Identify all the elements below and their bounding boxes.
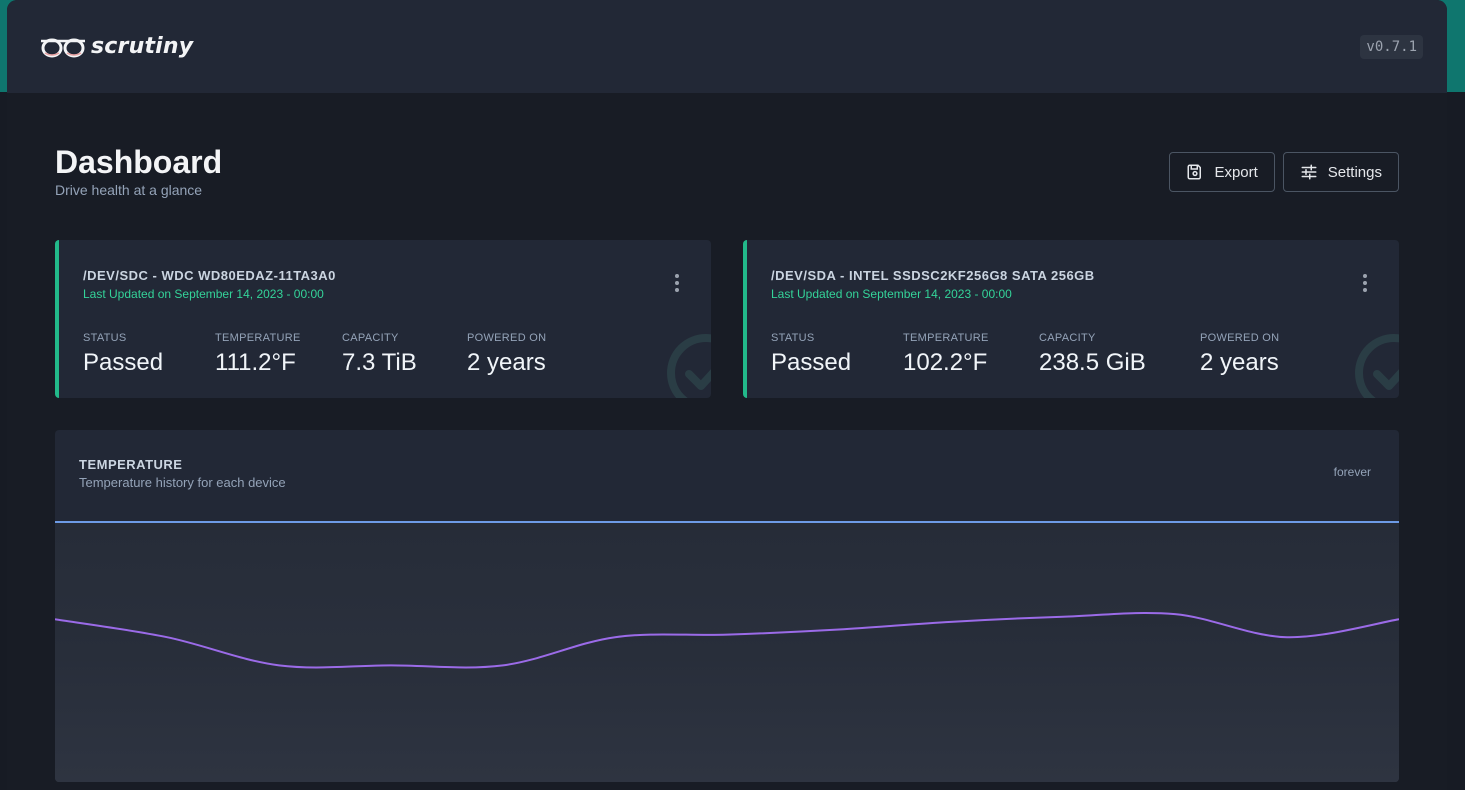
check-circle-icon xyxy=(667,334,711,398)
stat-label: CAPACITY xyxy=(1039,332,1096,344)
glasses-icon xyxy=(41,38,85,57)
stat-value: 102.2°F xyxy=(903,349,988,376)
device-card-sda[interactable]: /DEV/SDA - INTEL SSDSC2KF256G8 SATA 256G… xyxy=(743,240,1399,398)
device-card-sdc[interactable]: /DEV/SDC - WDC WD80EDAZ-11TA3A0 Last Upd… xyxy=(55,240,711,398)
chart-header: TEMPERATURE Temperature history for each… xyxy=(55,430,1399,490)
menu-dot xyxy=(675,288,679,292)
chart-range-selector[interactable]: forever xyxy=(1334,465,1371,490)
check-circle-icon xyxy=(1355,334,1399,398)
menu-dot xyxy=(1363,281,1367,285)
chart-heading: TEMPERATURE Temperature history for each… xyxy=(79,457,286,490)
temperature-chart[interactable] xyxy=(55,520,1399,782)
stat-label: STATUS xyxy=(83,332,127,344)
stat-value: 2 years xyxy=(467,349,546,376)
stat-value: 238.5 GiB xyxy=(1039,349,1146,376)
settings-label: Settings xyxy=(1327,163,1382,181)
temperature-chart-card: TEMPERATURE Temperature history for each… xyxy=(55,430,1399,782)
device-menu-button[interactable] xyxy=(669,274,685,294)
stat-value: 7.3 TiB xyxy=(342,349,417,376)
app-window: scrutiny v0.7.1 Dashboard Drive health a… xyxy=(7,0,1447,790)
stat-status: STATUS Passed xyxy=(83,332,215,377)
stat-capacity: CAPACITY 238.5 GiB xyxy=(1039,332,1200,377)
stat-label: TEMPERATURE xyxy=(903,332,989,344)
stat-label: POWERED ON xyxy=(1200,332,1280,344)
device-stats: STATUS Passed TEMPERATURE 111.2°F CAPACI… xyxy=(83,332,687,377)
version-badge: v0.7.1 xyxy=(1360,34,1423,59)
stat-temperature: TEMPERATURE 111.2°F xyxy=(215,332,342,377)
export-label: Export xyxy=(1214,163,1258,181)
device-updated: Last Updated on September 14, 2023 - 00:… xyxy=(771,287,1012,301)
app-logo[interactable]: scrutiny xyxy=(39,34,193,59)
device-stats: STATUS Passed TEMPERATURE 102.2°F CAPACI… xyxy=(771,332,1375,377)
stat-temperature: TEMPERATURE 102.2°F xyxy=(903,332,1039,377)
header-actions: Export Settings xyxy=(1169,152,1399,192)
stat-powered-on: POWERED ON 2 years xyxy=(467,332,546,377)
stat-powered-on: POWERED ON 2 years xyxy=(1200,332,1279,377)
save-icon xyxy=(1187,164,1202,180)
device-menu-button[interactable] xyxy=(1357,274,1373,294)
top-bar: scrutiny v0.7.1 xyxy=(7,0,1447,93)
stat-label: STATUS xyxy=(771,332,815,344)
sliders-icon xyxy=(1301,164,1317,180)
stat-label: TEMPERATURE xyxy=(215,332,301,344)
stat-status: STATUS Passed xyxy=(771,332,903,377)
stat-label: CAPACITY xyxy=(342,332,399,344)
menu-dot xyxy=(675,281,679,285)
more-vertical-icon xyxy=(1363,274,1367,278)
menu-dot xyxy=(1363,288,1367,292)
chart-title: TEMPERATURE xyxy=(79,457,183,472)
export-button[interactable]: Export xyxy=(1169,152,1275,192)
device-title: /DEV/SDC - WDC WD80EDAZ-11TA3A0 xyxy=(83,268,336,283)
stat-value: Passed xyxy=(83,349,164,376)
chart-subtitle: Temperature history for each device xyxy=(79,475,286,490)
stat-value: 111.2°F xyxy=(215,349,296,376)
stat-value: 2 years xyxy=(1200,349,1279,376)
more-vertical-icon xyxy=(675,274,679,278)
stat-capacity: CAPACITY 7.3 TiB xyxy=(342,332,467,377)
device-title: /DEV/SDA - INTEL SSDSC2KF256G8 SATA 256G… xyxy=(771,268,1095,283)
app-name: scrutiny xyxy=(91,34,194,59)
page-heading: Dashboard Drive health at a glance xyxy=(55,145,222,198)
stat-label: POWERED ON xyxy=(467,332,547,344)
stat-value: Passed xyxy=(771,349,852,376)
settings-button[interactable]: Settings xyxy=(1282,152,1399,192)
page-subtitle: Drive health at a glance xyxy=(55,182,203,198)
page-title: Dashboard xyxy=(55,144,223,180)
device-updated: Last Updated on September 14, 2023 - 00:… xyxy=(83,287,324,301)
page-header: Dashboard Drive health at a glance Expor… xyxy=(55,145,1399,198)
main-content: Dashboard Drive health at a glance Expor… xyxy=(7,145,1447,782)
device-cards: /DEV/SDC - WDC WD80EDAZ-11TA3A0 Last Upd… xyxy=(55,240,1399,398)
